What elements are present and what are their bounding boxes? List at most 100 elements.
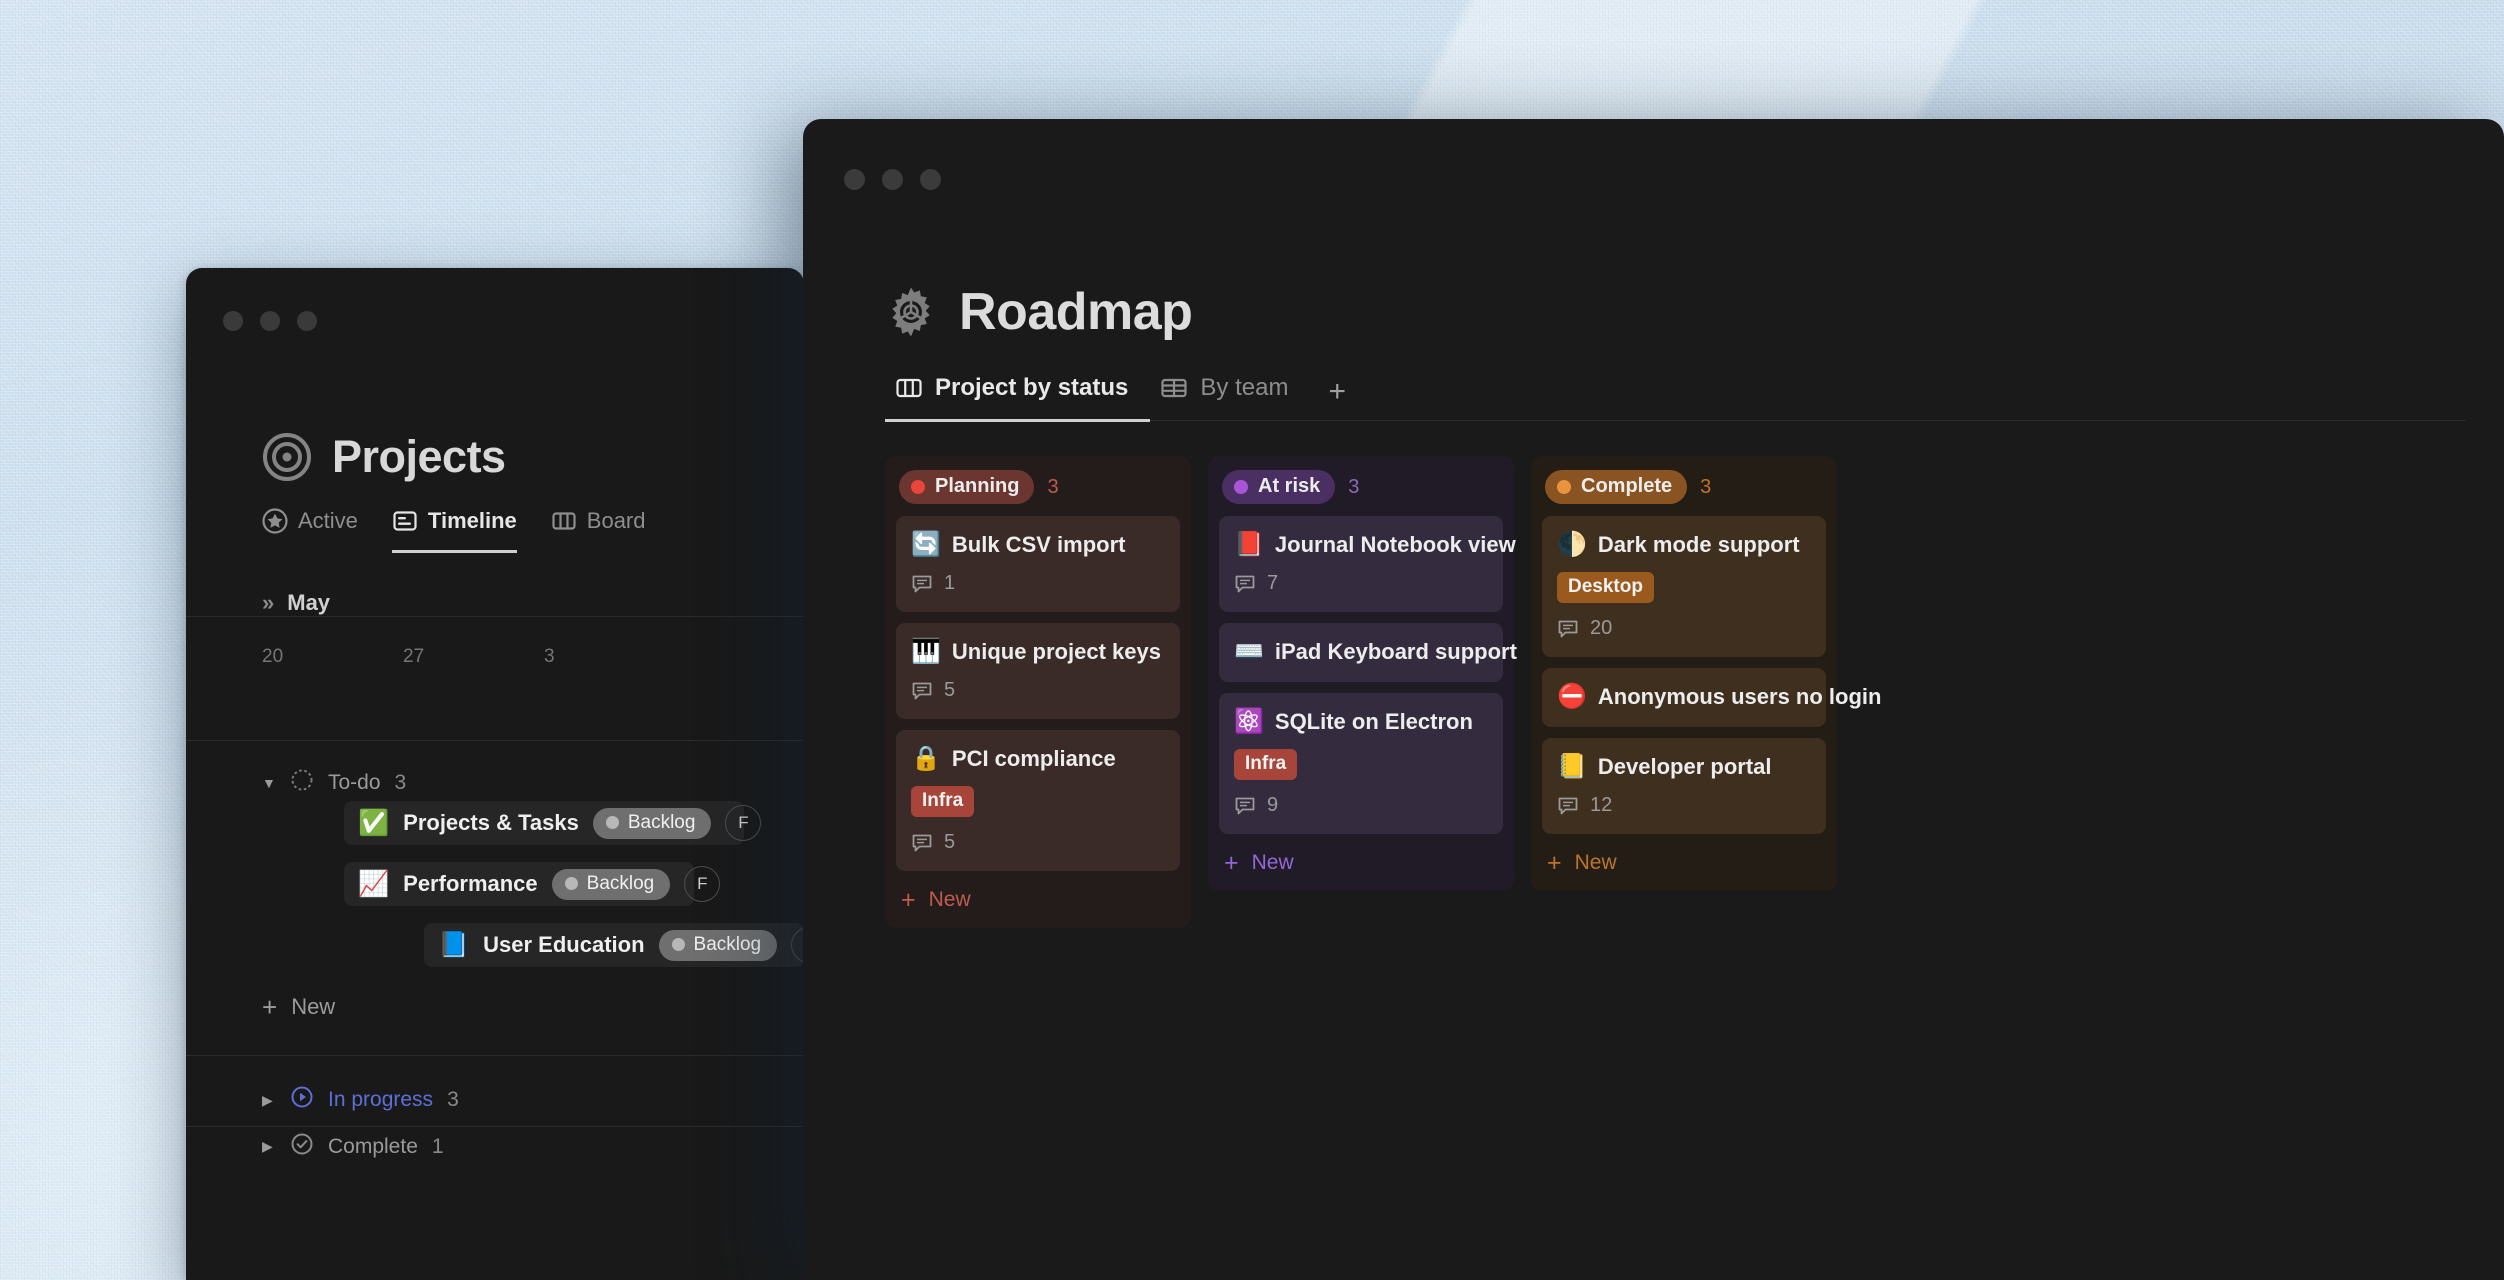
column-name: Complete [1581,475,1673,497]
card-tag[interactable]: Infra [1234,749,1298,780]
group-label: To-do [328,771,381,794]
close-icon[interactable] [844,169,865,190]
complete-status-icon [290,1132,314,1162]
chevron-down-icon[interactable]: ▼ [262,775,276,791]
add-new-card-button[interactable]: + New [1542,845,1826,879]
comment-count-label: 12 [1590,794,1613,816]
board-icon [551,508,577,534]
window-controls-roadmap[interactable] [844,169,941,190]
card-title-row: 📒 Developer portal [1557,754,1811,780]
add-new-card-button[interactable]: + New [1219,845,1503,879]
tab-board[interactable]: Board [551,508,646,553]
card-title-row: ⚛️ SQLite on Electron [1234,709,1488,735]
card-title-row: 🔒 PCI compliance [911,746,1165,772]
comment-count-label: 7 [1267,572,1279,594]
status-label: Backlog [693,933,762,955]
card-comment-count: 7 [1234,572,1488,595]
check-mark-icon: ✅ [358,808,390,837]
comment-icon [1234,795,1256,817]
tab-active-label: Active [298,508,358,533]
status-dot-icon [671,938,685,951]
add-new-card-button[interactable]: + New [896,882,1180,916]
row-title: User Education [483,932,645,957]
projects-title-row: Projects [262,431,506,483]
projects-tabbar[interactable]: Active Timeline Board [262,508,646,553]
kanban-card[interactable]: ⚛️ SQLite on Electron Infra 9 [1219,693,1503,834]
kanban-card[interactable]: 📕 Journal Notebook view 7 [1219,516,1516,612]
group-count: 3 [394,771,407,794]
add-new-row-button[interactable]: + New [262,994,335,1020]
tab-by-team[interactable]: By team [1150,374,1310,422]
chevron-double-right-icon: » [262,590,274,615]
column-count: 3 [1047,475,1059,498]
kanban-card[interactable]: ⛔ Anonymous users no login [1542,668,1881,727]
comment-icon [1557,618,1579,640]
maximize-icon[interactable] [920,169,941,190]
card-title: Journal Notebook view [1274,532,1516,557]
kanban-column-complete: Complete 3 🌓 Dark mode support Desktop 2… [1531,456,1881,891]
star-icon [262,508,288,534]
plus-icon: + [262,992,278,1022]
avatar[interactable]: F [684,866,721,902]
chart-up-icon: 📈 [358,869,390,898]
card-tag[interactable]: Desktop [1557,572,1654,603]
add-new-label: New [928,888,971,911]
timeline-row-performance[interactable]: 📈 Performance Backlog F [344,862,721,906]
kanban-board: Planning 3 🔄 Bulk CSV import 1 🎹 Unique … [885,456,2472,928]
tab-by-team-label: By team [1200,374,1289,401]
tab-active[interactable]: Active [262,508,358,553]
chevron-right-icon[interactable]: ▶ [262,1138,276,1155]
column-count: 3 [1348,475,1360,498]
comment-count-label: 20 [1590,617,1613,639]
status-badge-planning[interactable]: Planning [899,470,1035,504]
close-icon[interactable] [223,311,243,331]
status-badge-complete[interactable]: Complete [1545,470,1688,504]
kanban-card[interactable]: 📒 Developer portal 12 [1542,738,1826,834]
status-badge[interactable]: Backlog [658,929,778,961]
timeline-month: » May [262,590,330,616]
tab-timeline[interactable]: Timeline [391,508,517,553]
status-badge[interactable]: Backlog [551,868,671,900]
card-comment-count: 1 [911,572,1165,595]
kanban-card[interactable]: 🔒 PCI compliance Infra 5 [896,730,1180,871]
card-comment-count: 12 [1557,794,1811,817]
window-controls-projects[interactable] [223,311,317,331]
add-new-label: New [1251,851,1294,874]
timeline-row-user-education[interactable]: 📘 User Education Backlog F [424,923,804,967]
maximize-icon[interactable] [297,311,317,331]
group-header-complete[interactable]: ▶ Complete 1 [186,1126,804,1167]
minimize-icon[interactable] [260,311,280,331]
status-badge-at-risk[interactable]: At risk [1222,470,1336,504]
column-name: Planning [935,475,1020,497]
minimize-icon[interactable] [882,169,903,190]
status-label: Backlog [586,872,655,894]
kanban-card[interactable]: 🌓 Dark mode support Desktop 20 [1542,516,1826,657]
column-name: At risk [1258,475,1321,497]
add-tab-button[interactable]: + [1310,377,1364,422]
group-header-in-progress[interactable]: ▶ In progress 3 [186,1085,804,1115]
roadmap-tabbar[interactable]: Project by status By team + [885,374,2466,422]
kanban-card[interactable]: 🔄 Bulk CSV import 1 [896,516,1180,612]
card-title-row: ⛔ Anonymous users no login [1557,684,1881,710]
card-title: Unique project keys [951,639,1161,664]
status-badge[interactable]: Backlog [592,807,712,839]
status-dot-icon [911,479,925,494]
group-header-todo[interactable]: ▼ To-do 3 [186,768,804,798]
plus-icon: + [901,885,916,914]
ledger-icon: 📒 [1557,753,1587,780]
card-tag[interactable]: Infra [911,786,975,817]
chevron-right-icon[interactable]: ▶ [262,1092,276,1109]
tab-project-by-status[interactable]: Project by status [885,374,1151,422]
status-label: Backlog [627,811,696,833]
avatar[interactable]: F [725,805,762,841]
card-title: Developer portal [1597,754,1772,779]
board-icon [895,374,923,402]
plus-icon: + [1224,848,1239,877]
kanban-card[interactable]: 🎹 Unique project keys 5 [896,623,1180,719]
roadmap-window[interactable]: Roadmap Project by status By team + Plan… [803,119,2504,1280]
kanban-card[interactable]: ⌨️ iPad Keyboard support [1219,623,1517,682]
todo-status-icon [290,768,314,798]
card-title-row: 🎹 Unique project keys [911,639,1165,665]
projects-window[interactable]: Projects Active Timeline Board » May 20 … [186,268,804,1280]
timeline-row-projects-tasks[interactable]: ✅ Projects & Tasks Backlog F [344,801,762,845]
